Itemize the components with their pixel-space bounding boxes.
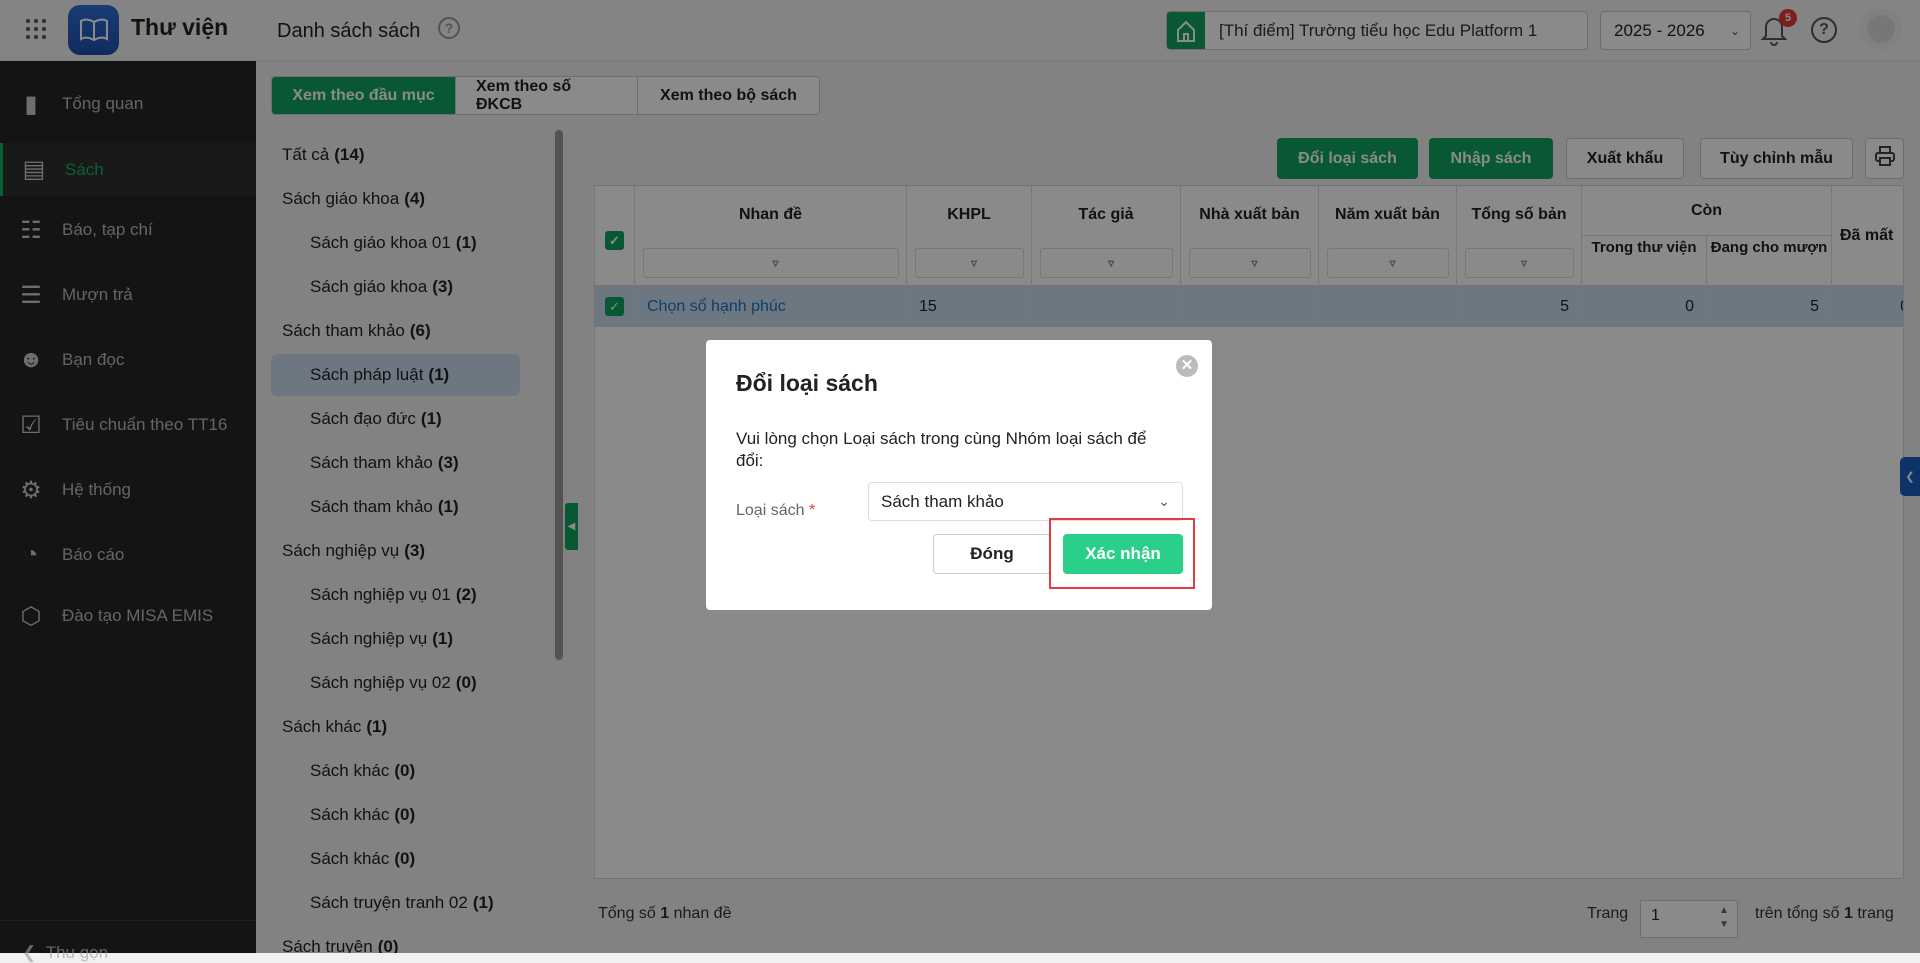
dialog-message: Vui lòng chọn Loại sách trong cùng Nhóm … bbox=[736, 429, 1147, 470]
required-marker: * bbox=[808, 502, 816, 519]
dialog-title: Đổi loại sách bbox=[736, 370, 878, 396]
close-button[interactable]: Đóng bbox=[933, 534, 1051, 574]
chevron-down-icon: ⌄ bbox=[1158, 493, 1170, 509]
highlight-box bbox=[1049, 518, 1195, 589]
book-type-value: Sách tham khảo bbox=[881, 491, 1004, 511]
close-icon[interactable]: ✕ bbox=[1176, 355, 1198, 377]
change-book-type-dialog: Đổi loại sách ✕ Vui lòng chọn Loại sách … bbox=[706, 340, 1212, 610]
book-type-select[interactable]: Sách tham khảo ⌄ bbox=[868, 482, 1183, 521]
book-type-label: Loại sách * bbox=[736, 502, 815, 520]
field-label: Loại sách bbox=[736, 502, 805, 519]
